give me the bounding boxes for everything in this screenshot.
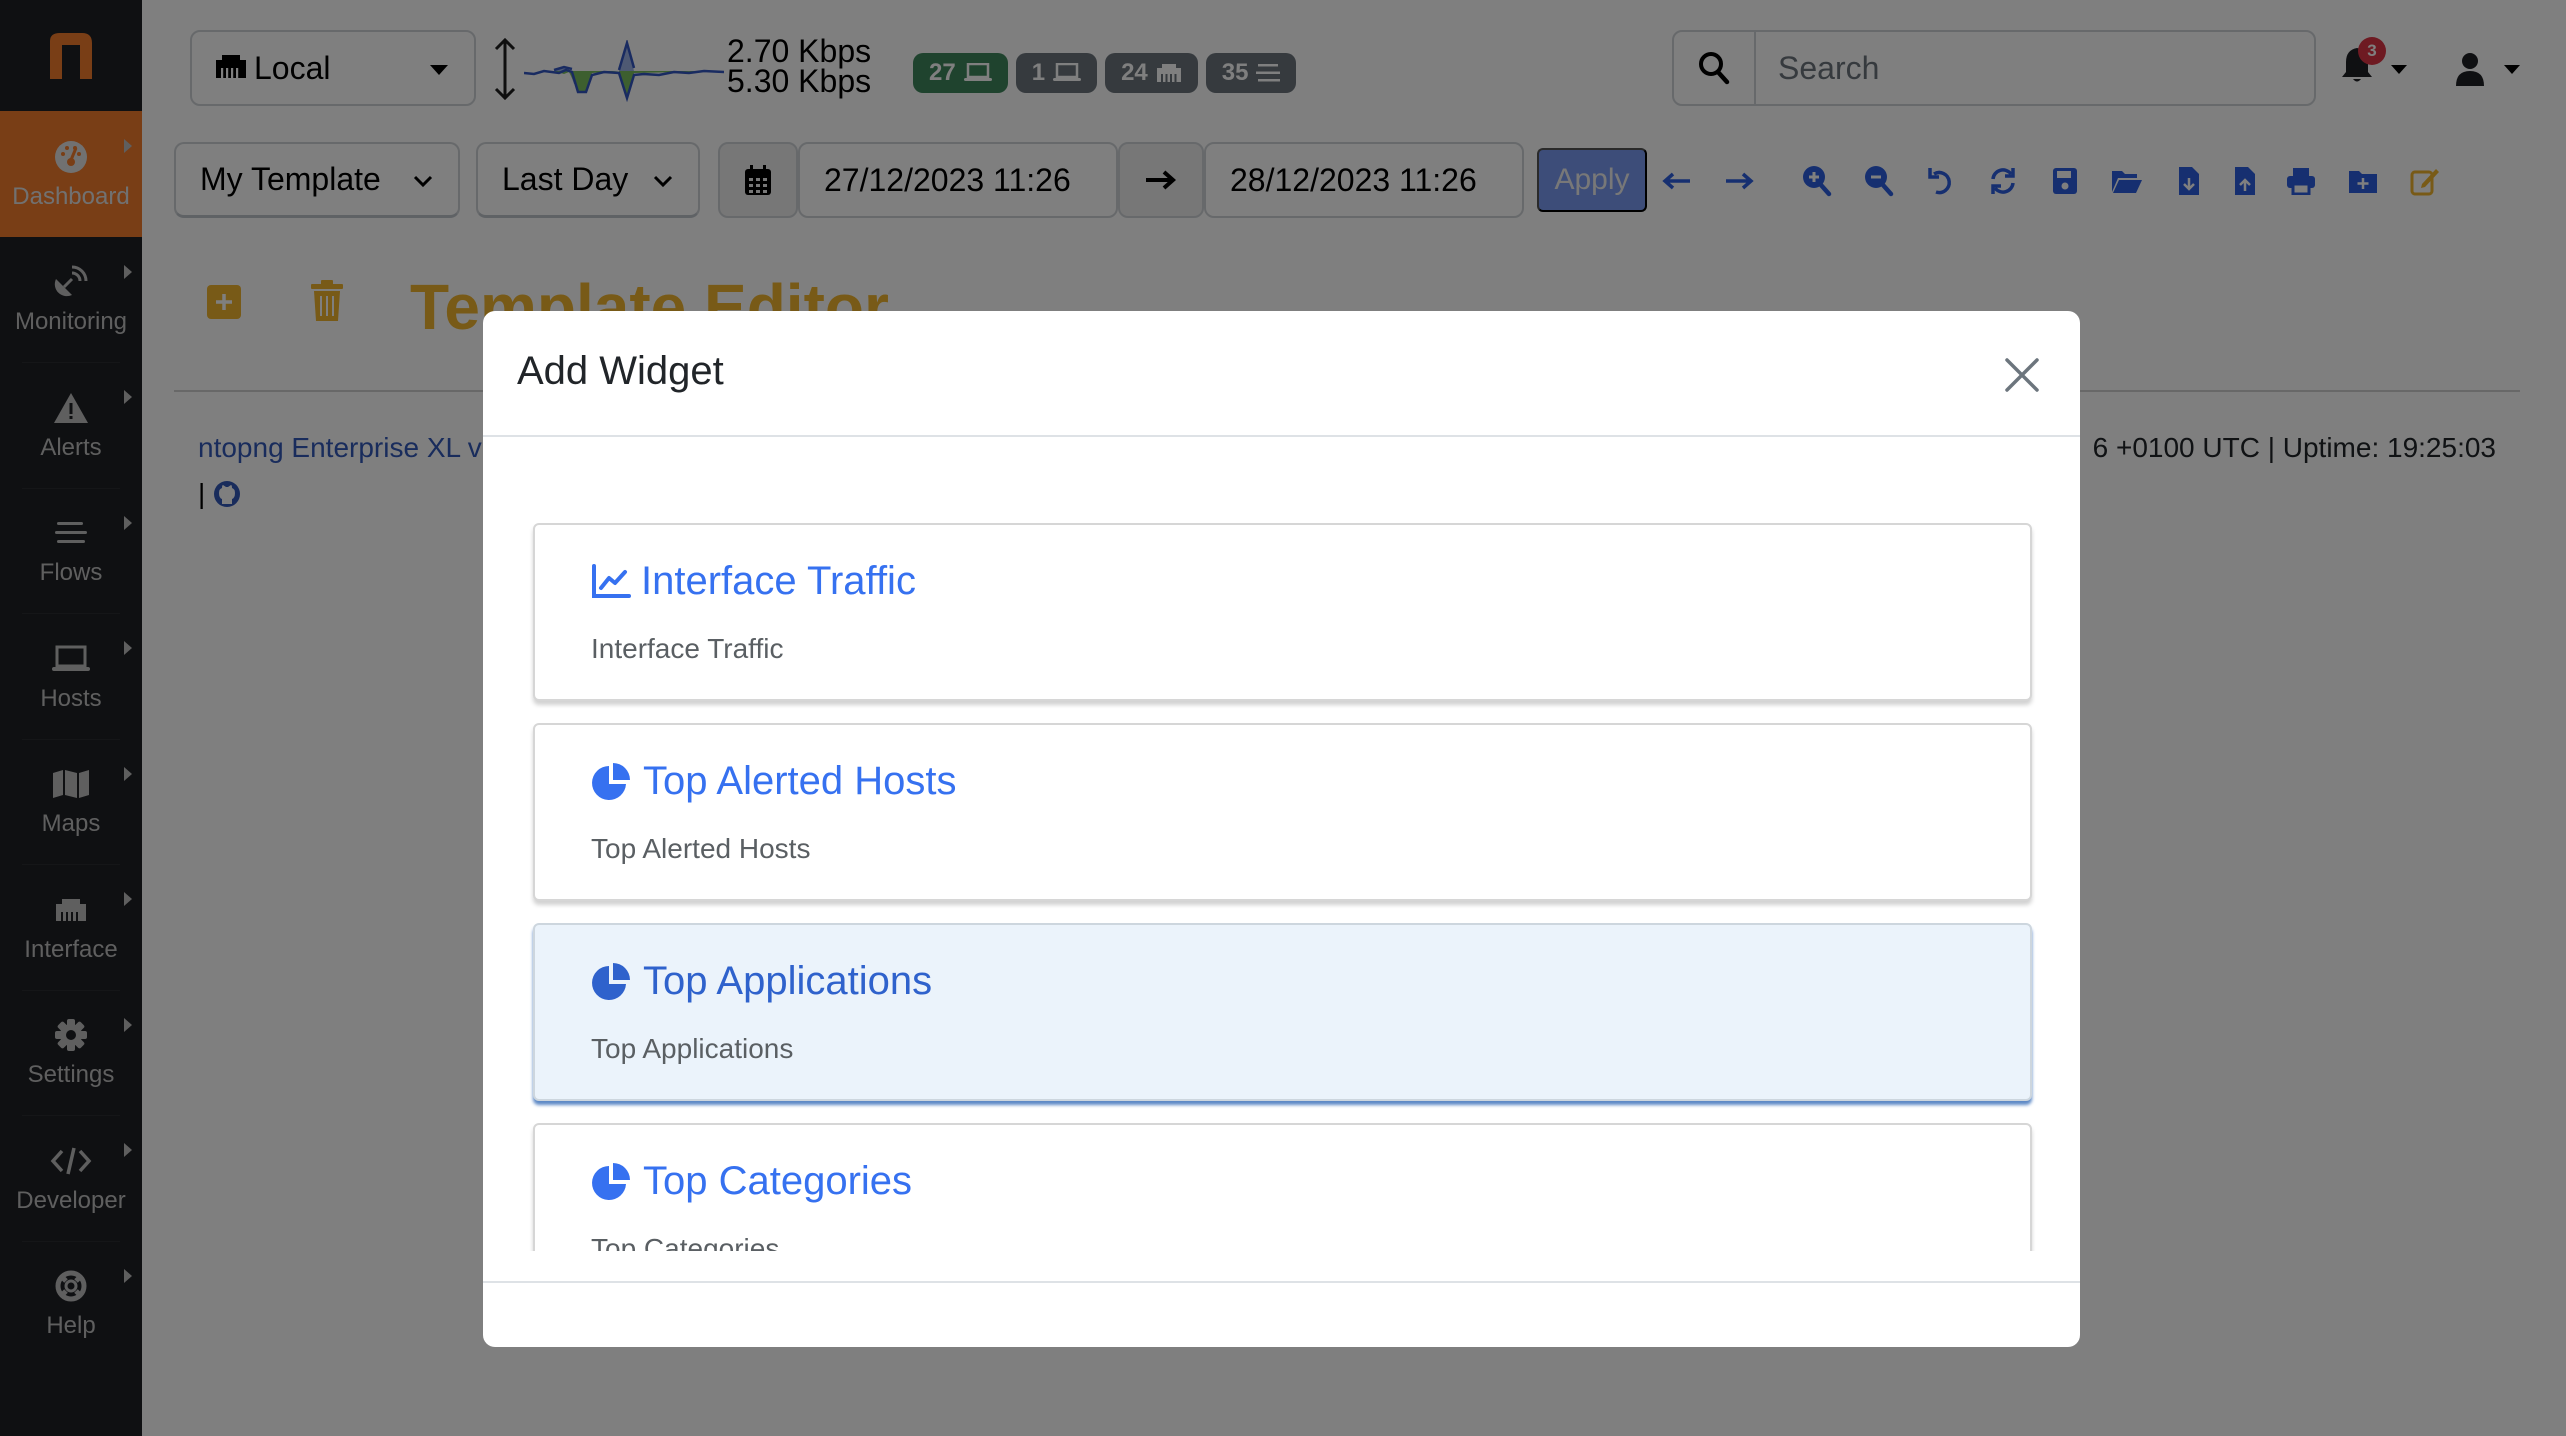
widget-title-text: Top Alerted Hosts [643, 759, 957, 803]
close-icon [2005, 358, 2039, 392]
pie-chart-icon [592, 1162, 630, 1200]
widget-card-top-categories[interactable]: Top Categories Top Categories [533, 1123, 2032, 1251]
widget-title-text: Interface Traffic [641, 559, 916, 603]
add-widget-modal: Add Widget Interface Traffic Interface T… [483, 311, 2080, 1347]
widget-card-top-alerted-hosts[interactable]: Top Alerted Hosts Top Alerted Hosts [533, 723, 2032, 901]
widget-description: Interface Traffic [591, 633, 784, 664]
close-button[interactable] [1998, 351, 2046, 399]
modal-body[interactable]: Interface Traffic Interface Traffic Top … [483, 439, 2080, 1251]
widget-description: Top Alerted Hosts [591, 833, 811, 864]
widget-title-text: Top Categories [643, 1159, 913, 1203]
widget-title-text: Top Applications [643, 959, 933, 1003]
widget-description: Top Applications [591, 1033, 794, 1064]
line-chart-icon [592, 563, 631, 598]
modal-header: Add Widget [483, 311, 2080, 437]
widget-description: Top Categories [591, 1233, 780, 1251]
widget-title: Top Alerted Hosts [591, 759, 957, 804]
widget-list: Interface Traffic Interface Traffic Top … [533, 523, 2032, 1251]
widget-title: Top Categories [591, 1159, 912, 1204]
pie-chart-icon [592, 962, 630, 1000]
pie-chart-icon [592, 762, 630, 800]
widget-card-top-applications[interactable]: Top Applications Top Applications [533, 923, 2032, 1101]
modal-footer [483, 1281, 2080, 1347]
modal-title: Add Widget [517, 349, 724, 393]
widget-title: Interface Traffic [591, 559, 916, 604]
widget-card-interface-traffic[interactable]: Interface Traffic Interface Traffic [533, 523, 2032, 701]
widget-title: Top Applications [591, 959, 932, 1004]
